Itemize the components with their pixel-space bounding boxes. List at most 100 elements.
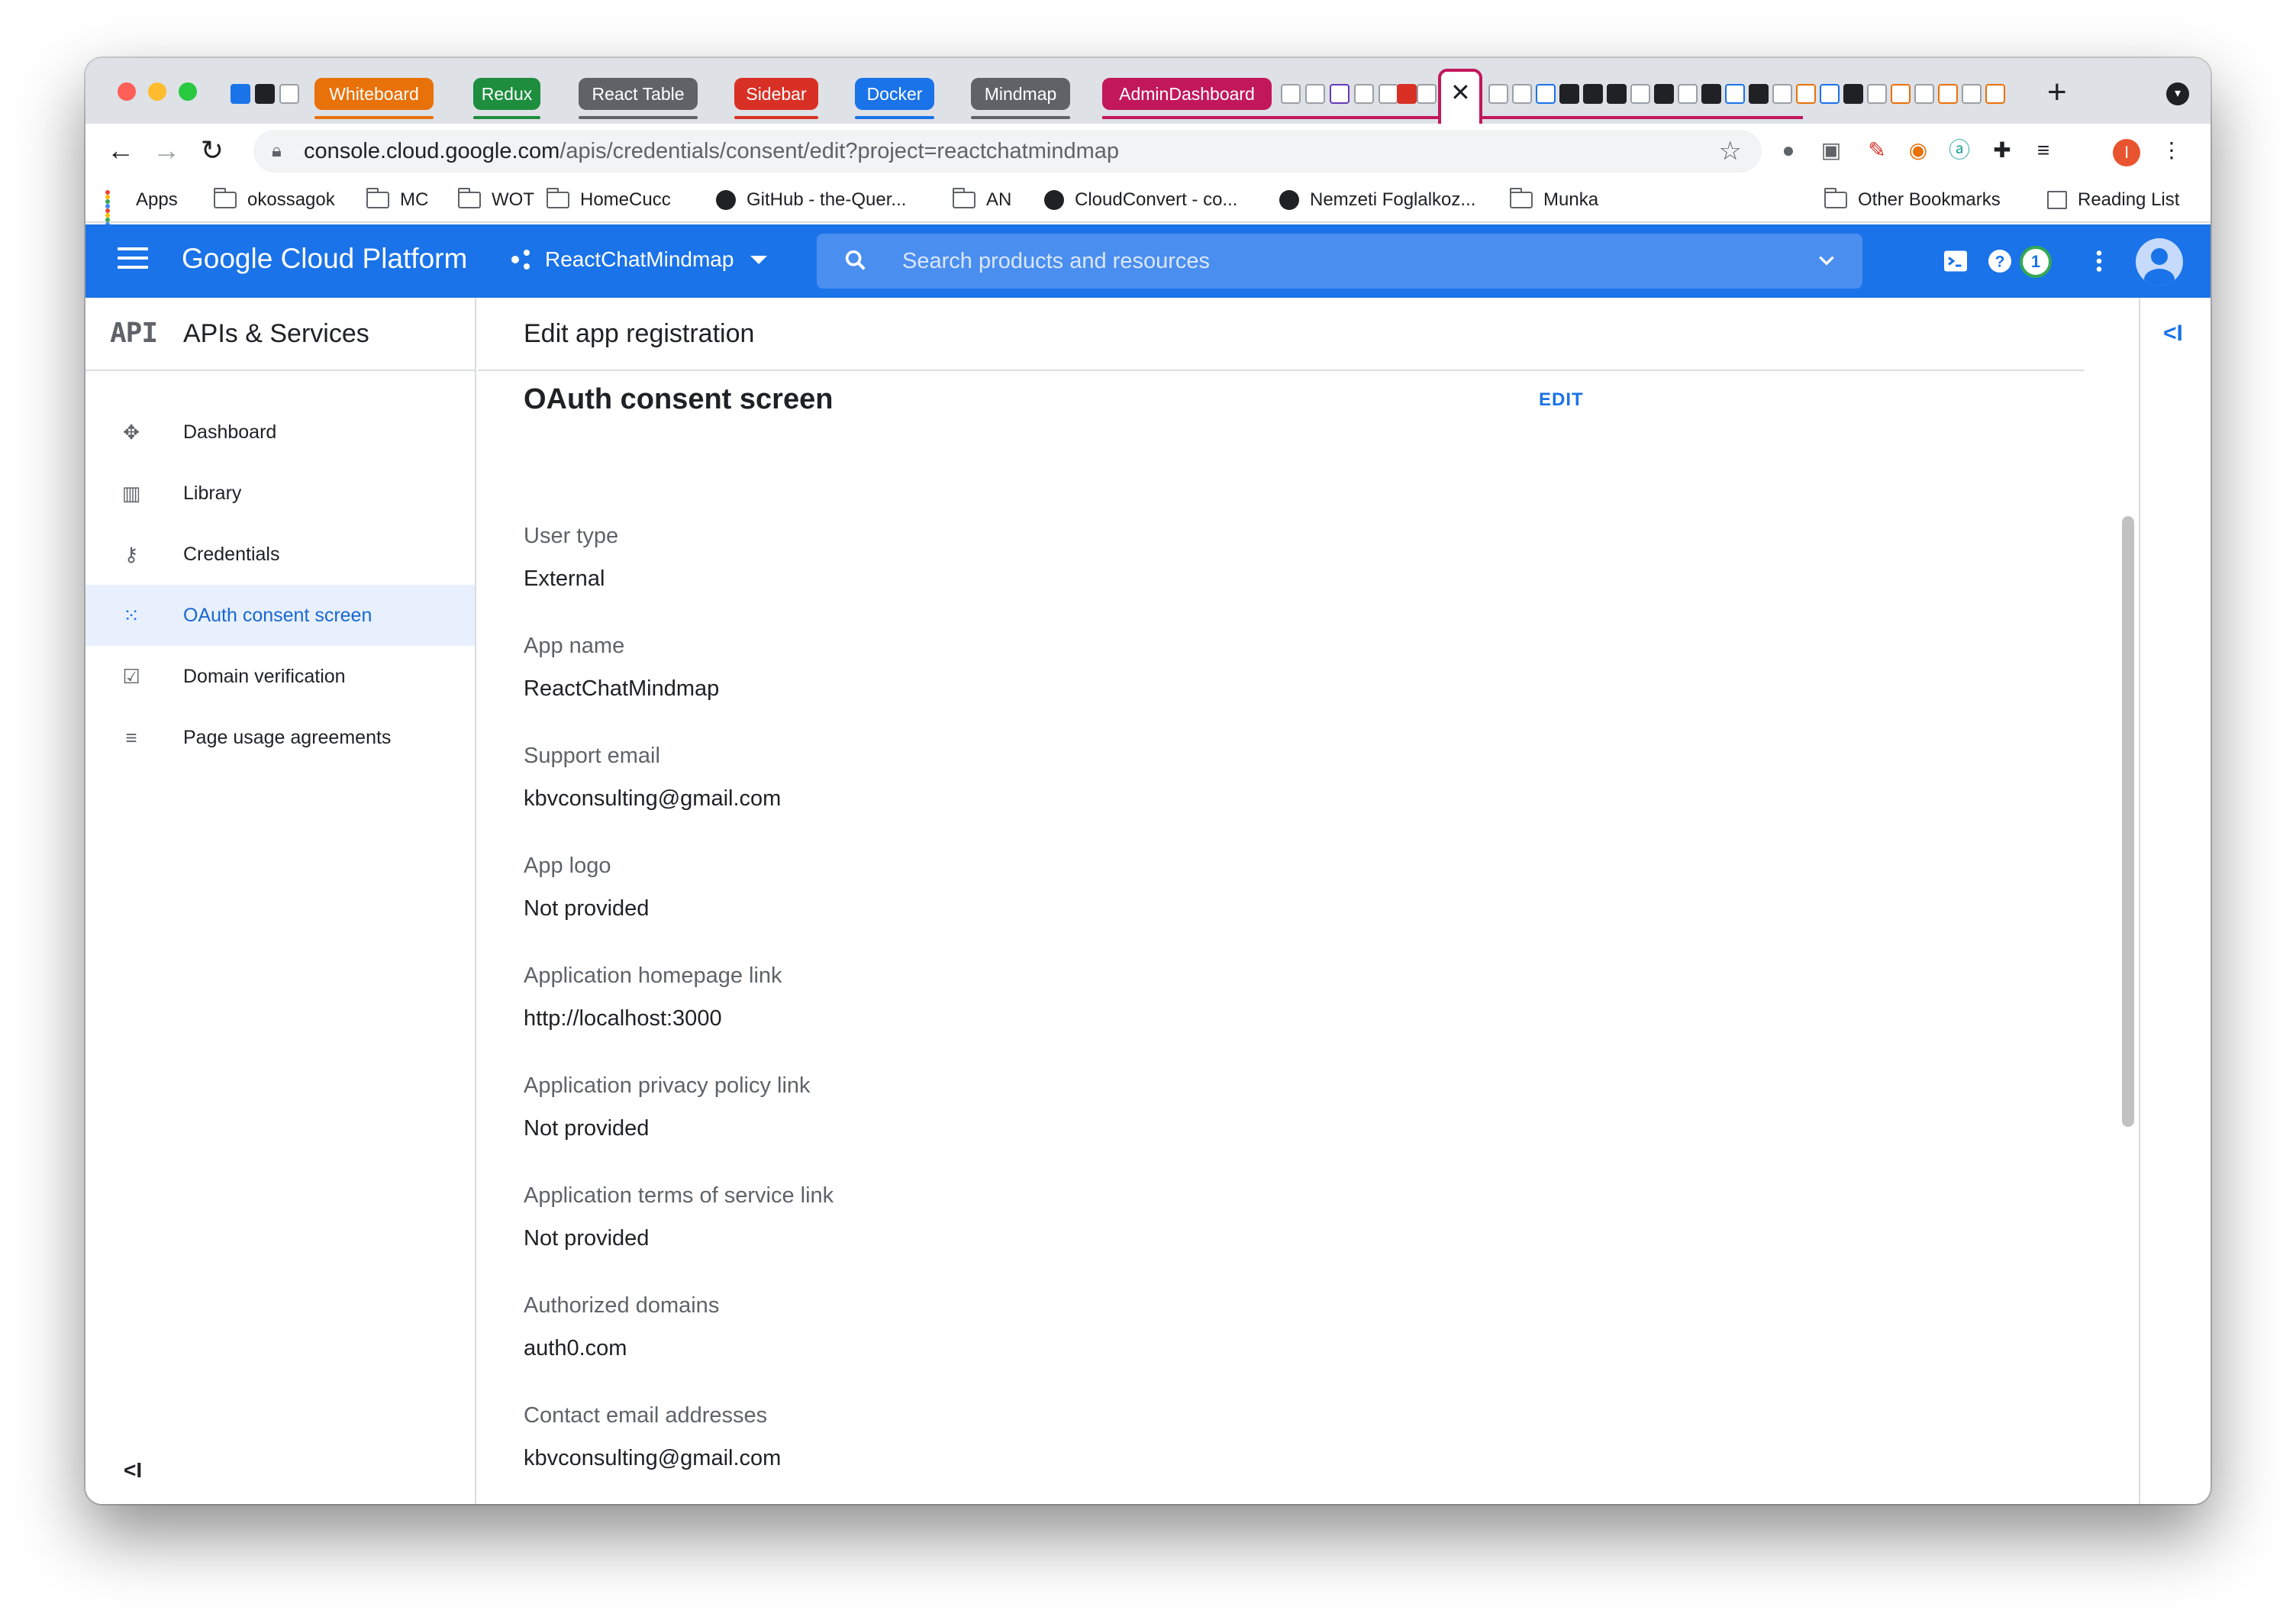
extension-icon[interactable]: ⓐ	[1946, 137, 1972, 163]
bookmark-apps[interactable]: Apps	[105, 189, 178, 231]
other-bookmarks[interactable]: Other Bookmarks	[1824, 188, 2001, 211]
tab-favicon[interactable]	[1749, 84, 1769, 104]
active-tab[interactable]: ✕	[1438, 69, 1482, 124]
bookmark-label: AN	[986, 189, 1012, 210]
tab-group-redux[interactable]: Redux	[473, 78, 540, 119]
tab-favicon[interactable]	[1725, 84, 1745, 104]
field-label: User type	[524, 524, 619, 548]
url-text[interactable]: console.cloud.google.com/apis/credential…	[304, 139, 1119, 164]
extension-icon[interactable]: ●	[1775, 137, 1801, 163]
tab-favicon[interactable]	[1820, 84, 1840, 104]
browser-menu-icon[interactable]: ⋮	[2159, 137, 2185, 163]
tab-favicon[interactable]	[1867, 84, 1887, 104]
tab-favicon[interactable]	[1305, 84, 1325, 104]
tab-favicon-github[interactable]	[255, 84, 275, 104]
field-value: http://localhost:3000	[524, 1006, 722, 1031]
consent-icon: ⁙	[123, 604, 140, 627]
close-window-button[interactable]	[118, 82, 136, 101]
forward-arrow-icon[interactable]: →	[151, 134, 182, 166]
tab-favicon[interactable]	[1678, 84, 1698, 104]
expand-panel-icon[interactable]: <I	[2163, 321, 2183, 347]
scrollbar[interactable]	[2122, 516, 2134, 1127]
search-input[interactable]	[902, 243, 1742, 279]
tab-favicon[interactable]	[1772, 84, 1792, 104]
tab-group-admindashboard[interactable]: AdminDashboard	[1102, 78, 1272, 119]
close-tab-icon[interactable]: ✕	[1450, 78, 1471, 107]
tab-favicon[interactable]	[1701, 84, 1721, 104]
address-bar[interactable]: 🔒︎ console.cloud.google.com/apis/credent…	[253, 130, 1762, 173]
tab-favicon[interactable]	[279, 84, 299, 104]
account-avatar[interactable]	[2136, 238, 2183, 286]
sidebar-item-domain-verification[interactable]: ☑ Domain verification	[85, 646, 475, 707]
bookmark-github-the-quer[interactable]: GitHub - the-Quer...	[716, 189, 906, 211]
tab-favicon[interactable]	[1654, 84, 1674, 104]
reading-list[interactable]: Reading List	[2047, 189, 2179, 211]
cloud-shell-icon[interactable]	[1942, 247, 1969, 275]
tab-favicon[interactable]	[1938, 84, 1958, 104]
sidebar-item-oauth-consent-screen[interactable]: ⁙ OAuth consent screen	[85, 585, 475, 646]
tab-favicon[interactable]	[1330, 84, 1350, 104]
sidebar-item-credentials[interactable]: ⚷ Credentials	[85, 524, 475, 585]
sidebar-item-page-usage-agreements[interactable]: ≡ Page usage agreements	[85, 707, 475, 768]
notifications-badge[interactable]: 1	[2020, 246, 2052, 278]
reload-icon[interactable]: ↻	[197, 134, 227, 166]
folder-icon	[547, 188, 569, 208]
hamburger-menu-icon[interactable]	[118, 247, 148, 275]
tab-favicon[interactable]	[1843, 84, 1863, 104]
bookmark-munka[interactable]: Munka	[1510, 188, 1598, 211]
youtube-icon[interactable]	[1397, 84, 1417, 104]
tab-favicon[interactable]	[1512, 84, 1532, 104]
bookmark-an[interactable]: AN	[953, 188, 1012, 211]
tab-search-button[interactable]: ▾	[2166, 82, 2189, 105]
extension-icon[interactable]: ◉	[1905, 137, 1931, 163]
sidebar-item-dashboard[interactable]: ✥ Dashboard	[85, 402, 475, 463]
pen-extension-icon[interactable]: ✎	[1864, 137, 1890, 163]
tab-favicon[interactable]	[1583, 84, 1603, 104]
puzzle-extensions-icon[interactable]: ✚	[1989, 137, 2015, 163]
tab-group-react-table[interactable]: React Table	[579, 78, 698, 119]
tab-favicon[interactable]	[1379, 84, 1398, 104]
maximize-window-button[interactable]	[179, 82, 197, 101]
tab-favicon[interactable]	[1559, 84, 1579, 104]
bookmark-homecucc[interactable]: HomeCucc	[547, 188, 671, 211]
bookmark-label: WOT	[492, 189, 534, 210]
tab-group-sidebar[interactable]: Sidebar	[734, 78, 818, 119]
tab-favicon[interactable]	[1914, 84, 1934, 104]
more-options-icon[interactable]	[2085, 247, 2113, 275]
help-icon[interactable]: ?	[1986, 247, 2014, 275]
tab-favicon[interactable]	[1962, 84, 1982, 104]
bookmark-star-icon[interactable]: ☆	[1719, 136, 1742, 166]
tab-favicon[interactable]	[1891, 84, 1911, 104]
bookmark-okossagok[interactable]: okossagok	[214, 188, 335, 211]
extension-icon[interactable]: ▣	[1818, 137, 1844, 163]
sidebar-item-library[interactable]: ▥ Library	[85, 463, 475, 524]
tab-favicon[interactable]	[1354, 84, 1374, 104]
collapse-nav-icon[interactable]: <I	[124, 1458, 142, 1483]
tab-favicon[interactable]	[1536, 84, 1556, 104]
tab-group-docker[interactable]: Docker	[855, 78, 934, 119]
bookmark-cloudconvert-co[interactable]: CloudConvert - co...	[1044, 189, 1237, 211]
media-control-icon[interactable]: ≡	[2030, 137, 2056, 163]
bookmark-mc[interactable]: MC	[366, 188, 428, 211]
tab-favicon[interactable]	[1488, 84, 1508, 104]
tab-favicon[interactable]	[1417, 84, 1437, 104]
profile-avatar[interactable]: I	[2113, 139, 2140, 166]
tab-favicon[interactable]	[1985, 84, 2005, 104]
bookmark-wot[interactable]: WOT	[458, 188, 534, 211]
tab-favicon[interactable]	[1607, 84, 1627, 104]
product-title[interactable]: Google Cloud Platform	[182, 243, 467, 275]
bookmark-nemzeti-foglalkoz[interactable]: Nemzeti Foglalkoz...	[1279, 189, 1475, 211]
back-arrow-icon[interactable]: ←	[105, 134, 136, 166]
tab-group-mindmap[interactable]: Mindmap	[971, 78, 1070, 119]
tab-favicon-notion[interactable]	[231, 84, 250, 104]
tab-favicon[interactable]	[1630, 84, 1650, 104]
minimize-window-button[interactable]	[148, 82, 166, 101]
search-bar[interactable]	[817, 234, 1862, 289]
edit-button[interactable]: EDIT	[1539, 389, 1584, 411]
project-selector[interactable]: ReactChatMindmap	[511, 247, 768, 272]
tab-favicon[interactable]	[1281, 84, 1301, 104]
tab-group-whiteboard[interactable]: Whiteboard	[314, 78, 434, 119]
chevron-down-icon[interactable]	[1817, 250, 1836, 270]
new-tab-button[interactable]: +	[2047, 73, 2067, 111]
tab-favicon[interactable]	[1796, 84, 1816, 104]
